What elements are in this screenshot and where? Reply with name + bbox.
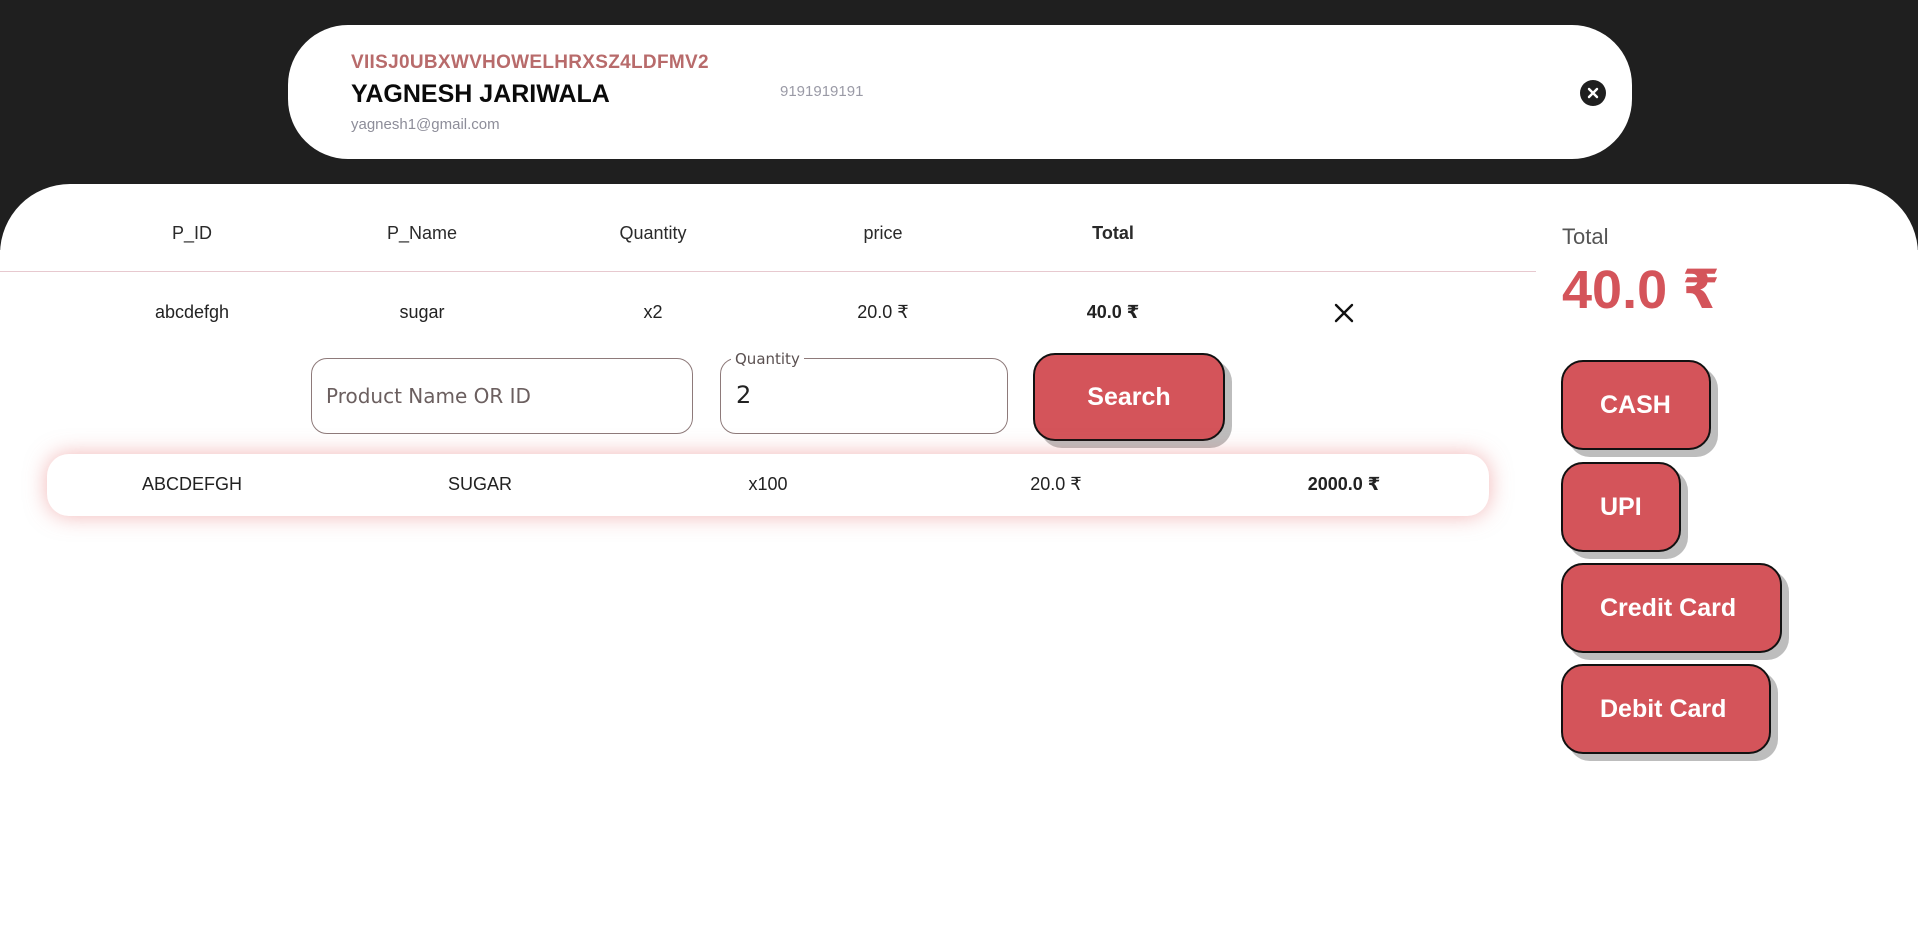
upi-button[interactable]: UPI [1561,462,1681,552]
cash-button[interactable]: CASH [1561,360,1711,450]
close-circle-icon [1587,87,1599,99]
quantity-label: Quantity [731,350,804,368]
result-p-name: SUGAR [447,474,513,494]
remove-item-button[interactable] [1331,300,1357,326]
header-p-name: P_Name [386,223,458,243]
quantity-field[interactable]: Quantity 2 [720,350,1008,434]
header-price: price [863,223,903,243]
result-p-id: ABCDEFGH [141,474,243,494]
close-customer-button[interactable] [1580,80,1606,106]
customer-id: VIISJ0UBXWVHOWELHRXSZ4LDFMV2 [351,52,709,73]
search-result-row[interactable]: ABCDEFGH SUGAR x100 20.0 ₹ 2000.0 ₹ [47,454,1489,516]
search-button[interactable]: Search [1033,353,1225,441]
header-quantity: Quantity [619,223,687,243]
table-header: P_ID P_Name Quantity price Total [0,223,1536,247]
result-total: 2000.0 ₹ [1307,474,1381,494]
customer-phone: 9191919191 [780,83,864,100]
product-search-input[interactable] [311,358,693,434]
total-amount: 40.0 ₹ [1562,260,1720,320]
table-row: abcdefgh sugar x2 20.0 ₹ 40.0 ₹ [0,302,1536,326]
quantity-value: 2 [736,381,752,409]
cart-p-id: abcdefgh [154,302,230,322]
debit-card-button[interactable]: Debit Card [1561,664,1771,754]
cart-p-name: sugar [399,302,445,322]
customer-card: VIISJ0UBXWVHOWELHRXSZ4LDFMV2 YAGNESH JAR… [288,25,1632,159]
credit-card-button[interactable]: Credit Card [1561,563,1782,653]
result-quantity: x100 [748,474,788,494]
cart-total: 40.0 ₹ [1086,302,1140,322]
cart-price: 20.0 ₹ [857,302,909,322]
customer-email: yagnesh1@gmail.com [351,116,500,133]
header-divider [0,271,1536,272]
total-label: Total [1562,224,1609,249]
cart-quantity: x2 [643,302,663,322]
customer-name: YAGNESH JARIWALA [351,80,610,108]
header-p-id: P_ID [171,223,213,243]
result-price: 20.0 ₹ [1030,474,1082,494]
remove-x-icon [1334,303,1354,323]
header-total: Total [1092,223,1134,243]
